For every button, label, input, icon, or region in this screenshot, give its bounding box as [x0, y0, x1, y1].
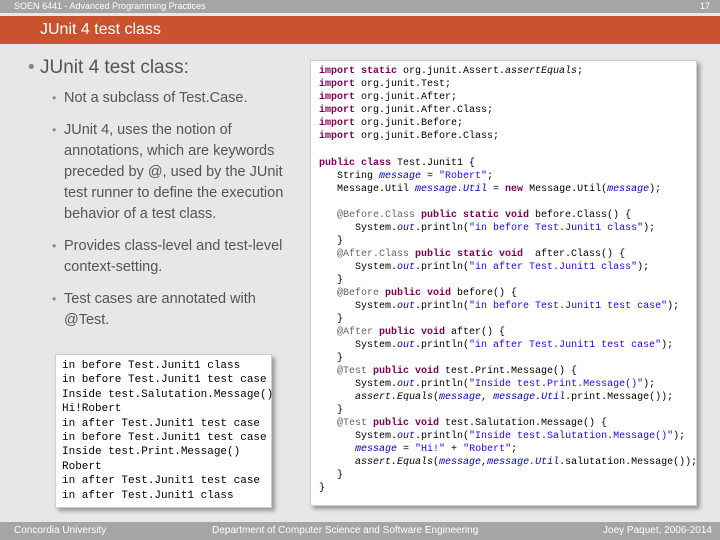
bullet-dot-icon: • — [52, 91, 57, 105]
code-line-method-sig: @Before.Class public static void before.… — [337, 210, 632, 221]
footer-author: Joey Paquet, 2006-2014 — [603, 525, 712, 536]
footer-university: Concordia University — [14, 525, 107, 536]
code-line-brace: } — [337, 353, 344, 364]
bullet-dot-icon: • — [52, 123, 57, 137]
code-line-import: import org.junit.After; — [319, 92, 458, 103]
code-line-field: String message = "Robert"; — [337, 171, 494, 182]
code-line-method-sig: @Before public void before() { — [337, 288, 518, 299]
footer-bar: Concordia University Department of Compu… — [0, 522, 720, 540]
bullet-sub-text: Test cases are annotated with @Test. — [64, 291, 256, 328]
bullet-dot-icon: • — [52, 239, 57, 253]
code-line-class-decl: public class Test.Junit1 { — [319, 158, 476, 169]
bullet-sub: • Not a subclass of Test.Case. — [30, 88, 295, 109]
code-line-method-sig: @Test public void test.Salutation.Messag… — [337, 418, 608, 429]
bullet-dot-icon: • — [52, 292, 57, 306]
output-line: in before Test.Junit1 test case — [62, 432, 267, 444]
code-line-import: import org.junit.Before; — [319, 118, 464, 129]
bullet-main-text: JUnit 4 test class: — [40, 57, 189, 78]
code-line-class-close: } — [319, 483, 326, 494]
bullet-sub: • Provides class-level and test-level co… — [30, 236, 295, 278]
bullet-main: • JUnit 4 test class: — [28, 56, 295, 80]
code-line-import: import org.junit.After.Class; — [319, 105, 494, 116]
code-line-method-sig: @After public void after() { — [337, 327, 506, 338]
code-line-statement: message = "Hi!" + "Robert"; — [355, 444, 518, 455]
code-line-statement: assert.Equals(message, message.Util.prin… — [355, 392, 674, 403]
code-line-method-sig: @After.Class public static void after.Cl… — [337, 249, 626, 260]
output-line: in after Test.Junit1 test case — [62, 475, 261, 488]
page-number: 17 — [699, 1, 710, 11]
header-bar: SOEN 6441 - Advanced Programming Practic… — [0, 0, 720, 13]
code-line-brace: } — [337, 405, 344, 416]
bullet-sub: • Test cases are annotated with @Test. — [30, 289, 295, 331]
code-line-statement: System.out.println("in before Test.Junit… — [355, 301, 680, 312]
code-line-statement: System.out.println("in before Test.Junit… — [355, 223, 656, 234]
bullet-dot-icon: • — [28, 57, 35, 78]
bullet-list: • JUnit 4 test class: • Not a subclass o… — [28, 56, 295, 342]
code-line-brace: } — [337, 470, 344, 481]
console-output-panel: in before Test.Junit1 class in before Te… — [55, 354, 274, 508]
code-line-statement: assert.Equals(message,message.Util.salut… — [355, 457, 698, 468]
code-line-import: import org.junit.Test; — [319, 79, 452, 90]
code-line-brace: } — [337, 275, 344, 286]
code-line-brace: } — [337, 236, 344, 247]
code-line-brace: } — [337, 314, 344, 325]
output-line: Hi!Robert — [62, 403, 122, 416]
bullet-sub: • JUnit 4, uses the notion of annotation… — [30, 120, 295, 225]
bullet-sub-text: Provides class-level and test-level cont… — [64, 238, 283, 275]
bullet-sub-text: JUnit 4, uses the notion of annotations,… — [64, 122, 284, 222]
output-line: in before Test.Junit1 test case — [62, 374, 267, 387]
output-line: in before Test.Junit1 class — [62, 360, 241, 372]
output-line: in after Test.Junit1 test case — [62, 417, 261, 430]
code-panel: import static org.junit.Assert.assertEqu… — [310, 60, 697, 506]
code-line-import: import static org.junit.Assert.assertEqu… — [319, 66, 584, 77]
code-line-statement: System.out.println("Inside test.Print.Me… — [355, 379, 656, 390]
course-title: SOEN 6441 - Advanced Programming Practic… — [14, 1, 206, 11]
output-line: Inside test.Salutation.Message() — [62, 388, 274, 401]
code-line-method-sig: @Test public void test.Print.Message() { — [337, 366, 578, 377]
slide-title-bar: JUnit 4 test class — [0, 16, 720, 44]
bullet-sub-text: Not a subclass of Test.Case. — [64, 90, 248, 106]
code-line-import: import org.junit.Before.Class; — [319, 131, 500, 142]
code-line-statement: System.out.println("Inside test.Salutati… — [355, 431, 686, 442]
output-line: Inside test.Print.Message() — [62, 446, 241, 459]
code-line-statement: System.out.println("in after Test.Junit1… — [355, 340, 674, 351]
footer-department: Department of Computer Science and Softw… — [212, 525, 479, 536]
code-line-statement: System.out.println("in after Test.Junit1… — [355, 262, 650, 273]
output-line: in after Test.Junit1 class — [62, 489, 234, 502]
code-line-field: Message.Util message.Util = new Message.… — [337, 184, 662, 195]
slide-title: JUnit 4 test class — [40, 21, 161, 38]
output-line: Robert — [62, 460, 102, 473]
